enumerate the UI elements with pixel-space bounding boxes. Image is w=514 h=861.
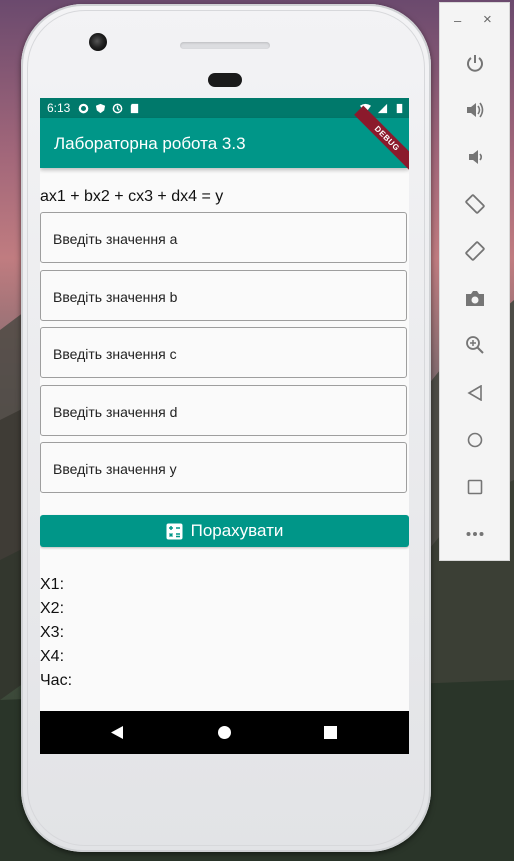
home-button[interactable] [462, 427, 488, 453]
screenshot-button[interactable] [462, 285, 488, 311]
zoom-icon [466, 336, 484, 354]
rotate-right-icon [465, 241, 485, 261]
close-button[interactable]: × [483, 11, 492, 28]
result-time: Час: [40, 672, 73, 689]
calculate-button-label: Порахувати [190, 521, 284, 540]
more-icon [466, 532, 484, 536]
result-x3: X3: [40, 624, 65, 641]
nav-home-icon[interactable] [217, 725, 232, 740]
formula-text: ax1 + bx2 + cx3 + dx4 = y [40, 188, 224, 205]
field-a[interactable] [40, 212, 407, 264]
sd-card-icon [131, 103, 139, 113]
camera-icon [466, 291, 484, 306]
power-icon [467, 55, 483, 72]
rotate-left-icon [465, 194, 485, 214]
battery-icon [396, 103, 403, 113]
earpiece [208, 73, 242, 87]
field-d[interactable] [40, 385, 407, 437]
power-button[interactable] [462, 50, 488, 76]
status-time: 6:13 [47, 101, 71, 115]
phone-speaker-grille [180, 42, 270, 49]
field-c[interactable] [40, 327, 407, 379]
rotate-right-button[interactable] [462, 238, 488, 264]
nav-back-icon[interactable] [110, 725, 124, 740]
overview-icon [467, 479, 483, 495]
result-x2: X2: [40, 600, 65, 617]
data-saver-icon [113, 103, 123, 113]
signal-icon [377, 103, 388, 113]
field-b[interactable] [40, 270, 407, 322]
overview-button[interactable] [462, 474, 488, 500]
home-icon [467, 432, 483, 448]
phone-screen: 6:13 Лабораторна робота 3.3 DEBUG ax1 + … [40, 98, 409, 754]
minimize-button[interactable]: – [454, 13, 461, 28]
input-c[interactable] [51, 328, 395, 379]
input-a[interactable] [51, 213, 395, 264]
shield-icon [96, 103, 106, 113]
volume-up-button[interactable] [462, 97, 488, 123]
calculator-icon [166, 523, 183, 539]
app-bar: Лабораторна робота 3.3 DEBUG [40, 105, 409, 172]
zoom-button[interactable] [462, 332, 488, 358]
volume-up-icon [467, 102, 484, 118]
back-icon [467, 385, 482, 401]
result-x4: X4: [40, 648, 65, 665]
app-title: Лабораторна робота 3.3 [54, 134, 246, 153]
field-y[interactable] [40, 442, 407, 494]
settings-icon [79, 103, 89, 113]
input-d[interactable] [51, 386, 395, 437]
input-b[interactable] [51, 271, 395, 322]
volume-down-button[interactable] [462, 144, 488, 170]
front-camera [89, 33, 107, 51]
emulator-toolbar: – × [439, 2, 510, 561]
back-button[interactable] [462, 380, 488, 406]
more-button[interactable] [462, 521, 488, 547]
nav-overview-icon[interactable] [324, 726, 337, 739]
navigation-bar [40, 711, 409, 754]
input-y[interactable] [51, 443, 395, 494]
rotate-left-button[interactable] [462, 191, 488, 217]
result-x1: X1: [40, 576, 65, 593]
volume-down-icon [469, 150, 483, 164]
calculate-button[interactable]: Порахувати [40, 515, 409, 547]
